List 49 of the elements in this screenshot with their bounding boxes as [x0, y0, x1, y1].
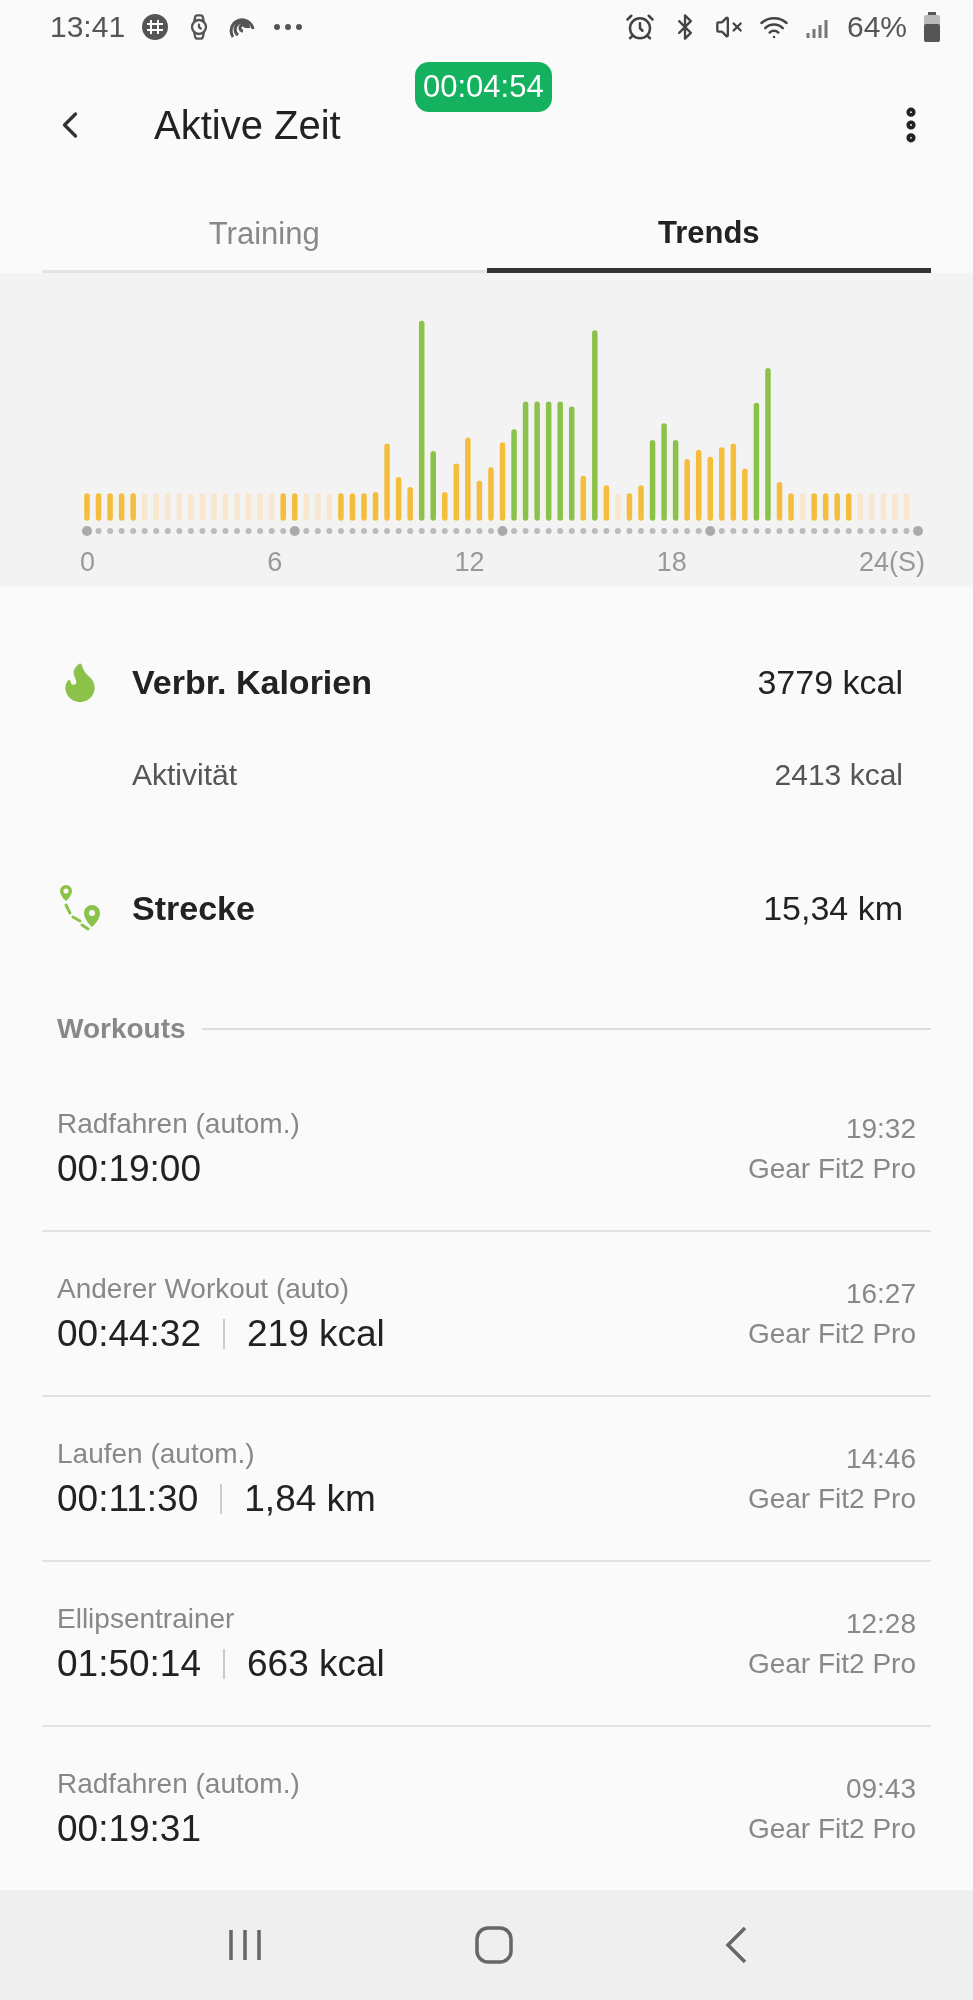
workout-device: Gear Fit2 Pro	[747, 1317, 916, 1350]
workout-duration: 01:50:14	[57, 1642, 202, 1685]
workout-name: Radfahren (autom.)	[57, 1767, 300, 1800]
workout-duration: 00:19:31	[57, 1807, 202, 1850]
more-icon	[273, 22, 304, 31]
axis-label: 0	[80, 547, 96, 579]
stat-label: Aktivität	[132, 758, 239, 793]
workout-device: Gear Fit2 Pro	[747, 1647, 916, 1680]
workout-device: Gear Fit2 Pro	[747, 1812, 916, 1845]
workout-name: Radfahren (autom.)	[57, 1107, 300, 1140]
stat-label: Verbr. Kalorien	[132, 662, 373, 702]
axis-label: 6	[267, 547, 283, 579]
workout-extra: 1,84 km	[244, 1477, 376, 1520]
workout-name: Anderer Workout (auto)	[57, 1272, 350, 1305]
workout-row[interactable]: Radfahren (autom.) 00:19:31 09:43 Gear Fit2 Pro	[42, 1727, 931, 1891]
workout-device: Gear Fit2 Pro	[747, 1482, 916, 1515]
section-title: Workouts	[57, 1013, 186, 1046]
status-time: 13:41	[50, 9, 126, 44]
axis-label: 12	[454, 547, 485, 579]
workout-time: 12:28	[845, 1607, 916, 1640]
workout-time: 09:43	[845, 1772, 916, 1805]
workout-time: 19:32	[845, 1112, 916, 1145]
stat-value: 15,34 km	[763, 888, 903, 928]
workout-row[interactable]: Ellipsentrainer 01:50:14 663 kcal 12:28 Gear Fit2 Pro	[42, 1562, 931, 1728]
workout-name: Ellipsentrainer	[57, 1602, 235, 1635]
axis-label: 24(S)	[858, 547, 925, 579]
stat-label: Strecke	[132, 888, 256, 928]
workout-device: Gear Fit2 Pro	[747, 1152, 916, 1185]
home-icon[interactable]	[473, 1925, 514, 1966]
stat-value: 3779 kcal	[757, 662, 903, 702]
battery-icon	[923, 11, 941, 42]
stat-value: 2413 kcal	[774, 758, 903, 793]
workout-name: Laufen (autom.)	[57, 1437, 255, 1470]
battery-percent: 64%	[846, 9, 907, 44]
workout-duration: 00:19:00	[57, 1147, 202, 1190]
workout-row[interactable]: Radfahren (autom.) 00:19:00 19:32 Gear Fit2 Pro	[42, 1067, 931, 1233]
workout-row[interactable]: Laufen (autom.) 00:11:30 1,84 km 14:46 Gear Fit2 Pro	[42, 1397, 931, 1563]
axis-label: 18	[656, 547, 687, 579]
workout-time: 16:27	[845, 1277, 916, 1310]
page-title: Aktive Zeit	[154, 102, 342, 148]
workout-time: 14:46	[845, 1442, 916, 1475]
workout-extra: 219 kcal	[247, 1312, 385, 1355]
workout-extra: 663 kcal	[247, 1642, 385, 1685]
workout-duration: 00:44:32	[57, 1312, 202, 1355]
alarm-icon	[624, 11, 655, 42]
hashtag-icon	[141, 12, 170, 41]
workout-duration: 00:11:30	[57, 1477, 199, 1520]
workout-row[interactable]: Anderer Workout (auto) 00:44:32 219 kcal 16:27 Gear Fit2 Pro	[42, 1232, 931, 1398]
timer-badge: 00:04:54	[415, 61, 552, 112]
